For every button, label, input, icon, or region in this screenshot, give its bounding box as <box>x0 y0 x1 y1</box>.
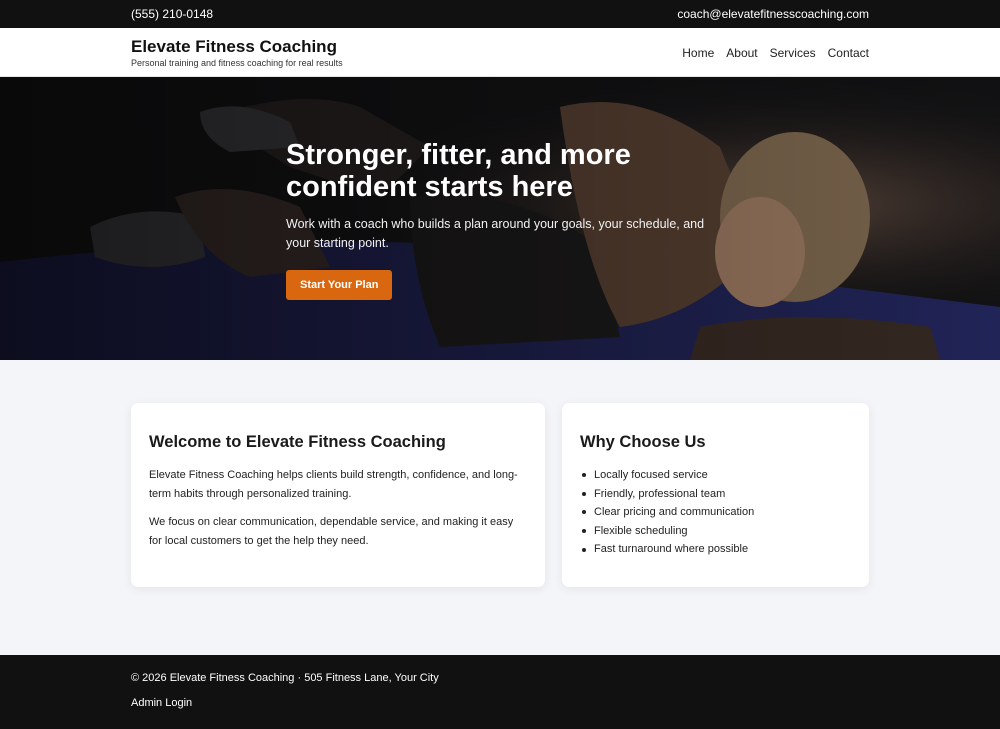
welcome-heading: Welcome to Elevate Fitness Coaching <box>149 433 446 451</box>
welcome-paragraph: We focus on clear communication, dependa… <box>149 516 514 547</box>
why-choose-card: Why Choose Us Locally focused service Fr… <box>562 403 869 587</box>
list-item: Locally focused service <box>580 466 851 485</box>
nav-contact[interactable]: Contact <box>828 46 869 60</box>
hero-content: Stronger, fitter, and more confident sta… <box>286 139 726 300</box>
nav-services[interactable]: Services <box>770 46 816 60</box>
footer-copyright: © 2026 Elevate Fitness Coaching · 505 Fi… <box>131 672 439 684</box>
top-bar: (555) 210-0148 coach@elevatefitnesscoach… <box>0 0 1000 28</box>
hero-title: Stronger, fitter, and more confident sta… <box>286 139 631 203</box>
main-content: Welcome to Elevate Fitness Coaching Elev… <box>0 360 1000 655</box>
list-item: Friendly, professional team <box>580 485 851 504</box>
brand[interactable]: Elevate Fitness Coaching Personal traini… <box>131 36 343 68</box>
start-plan-button[interactable]: Start Your Plan <box>286 270 393 300</box>
main-nav: Home About Services Contact <box>682 46 869 60</box>
bullet-icon <box>582 510 586 515</box>
email-address: coach@elevatefitnesscoaching.com <box>677 7 869 21</box>
welcome-card: Welcome to Elevate Fitness Coaching Elev… <box>131 403 545 587</box>
welcome-paragraph: Elevate Fitness Coaching helps clients b… <box>149 469 518 500</box>
bullet-icon <box>582 491 586 496</box>
nav-about[interactable]: About <box>726 46 757 60</box>
list-item: Clear pricing and communication <box>580 503 851 522</box>
bullet-icon <box>582 473 586 478</box>
nav-home[interactable]: Home <box>682 46 714 60</box>
hero-section: Stronger, fitter, and more confident sta… <box>0 77 1000 360</box>
admin-login-link[interactable]: Admin Login <box>131 697 192 709</box>
list-item: Fast turnaround where possible <box>580 540 851 559</box>
bullet-icon <box>582 547 586 552</box>
site-footer: © 2026 Elevate Fitness Coaching · 505 Fi… <box>0 655 1000 729</box>
brand-tagline: Personal training and fitness coaching f… <box>131 57 343 68</box>
why-list: Locally focused service Friendly, profes… <box>580 466 851 559</box>
site-header: Elevate Fitness Coaching Personal traini… <box>0 28 1000 77</box>
hero-subtitle: Work with a coach who builds a plan arou… <box>286 217 705 250</box>
brand-title: Elevate Fitness Coaching <box>131 36 337 56</box>
why-heading: Why Choose Us <box>580 433 706 451</box>
phone-number: (555) 210-0148 <box>131 7 214 21</box>
bullet-icon <box>582 529 586 534</box>
list-item: Flexible scheduling <box>580 522 851 541</box>
